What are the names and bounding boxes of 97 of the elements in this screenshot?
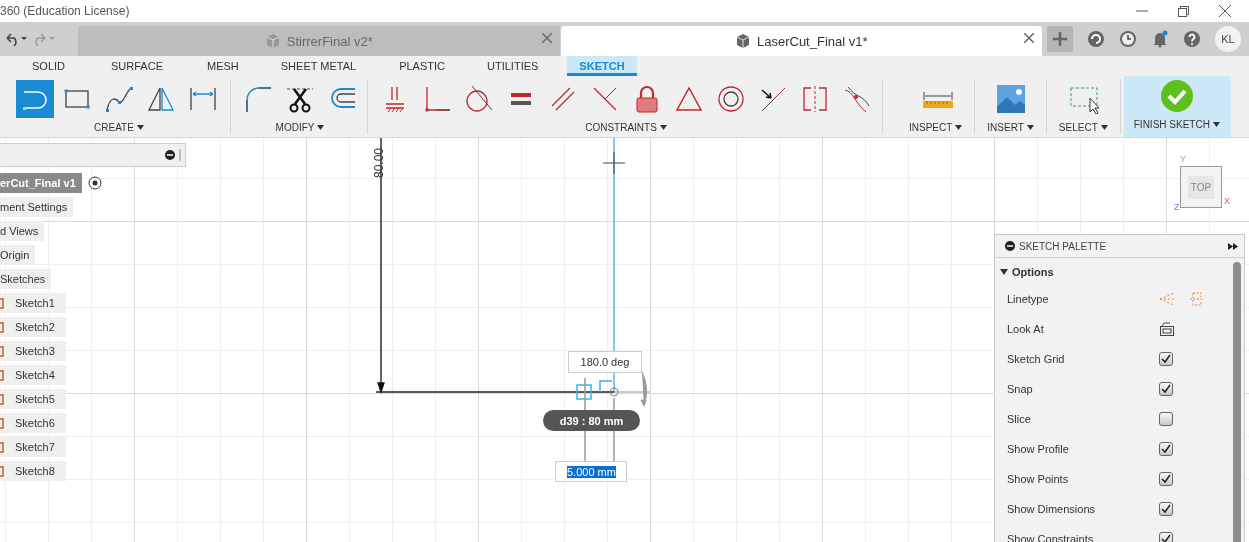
checkbox[interactable] (1159, 352, 1173, 366)
check-circle-icon (1159, 79, 1194, 113)
option-label: Show Profile (1007, 443, 1070, 455)
caret-icon (317, 125, 325, 130)
ribbon-tab[interactable]: SOLID (20, 56, 77, 76)
option-label: Sketch Grid (1007, 353, 1066, 365)
collapse-icon[interactable] (1005, 241, 1015, 251)
refresh-icon[interactable] (1087, 30, 1105, 48)
caret-icon (1212, 122, 1220, 127)
plus-icon (1053, 32, 1067, 46)
triangle-icon (674, 84, 704, 114)
option-label: Look At (1007, 323, 1045, 335)
tree-item[interactable]: Sketch2 (0, 317, 66, 337)
option-label: Show Dimensions (1007, 503, 1097, 515)
user-avatar[interactable]: KL (1215, 26, 1241, 52)
collapse-icon[interactable] (165, 150, 175, 160)
caret-icon (659, 125, 667, 130)
dimension-value: 80.00 (372, 148, 386, 178)
tree-item[interactable]: ment Settings (0, 197, 74, 217)
help-icon[interactable] (1183, 30, 1201, 48)
option-label: Linetype (1007, 293, 1050, 305)
tree-item[interactable]: d Views (0, 221, 45, 241)
double-arrow-icon[interactable] (1228, 242, 1238, 250)
sketch-icon (0, 345, 5, 357)
caret-icon (1100, 125, 1108, 130)
group-menu-label[interactable]: FINISH SKETCH (1133, 119, 1220, 130)
document-tab-title: StirrerFinal v2* (286, 33, 373, 49)
section-header[interactable]: Options (995, 258, 1230, 284)
checkbox[interactable] (1159, 382, 1173, 396)
restore-icon[interactable] (1178, 5, 1189, 17)
tree-item[interactable]: Sketch7 (0, 437, 66, 457)
tree-item[interactable]: Sketch8 (0, 461, 66, 481)
group-menu-label[interactable]: INSERT (987, 122, 1034, 133)
tree-item[interactable]: Sketch6 (0, 413, 66, 433)
caret-icon (955, 125, 963, 130)
ribbon-tab[interactable]: PLASTIC (387, 56, 457, 76)
document-tab-title: LaserCut_Final v1* (756, 33, 868, 49)
caret-icon (136, 125, 144, 130)
close-icon[interactable] (1024, 33, 1034, 43)
ribbon-tab[interactable]: UTILITIES (475, 56, 551, 76)
group-menu-label[interactable]: INSPECT (909, 122, 963, 133)
tree-item[interactable]: Origin (0, 245, 36, 265)
checkbox[interactable] (1159, 442, 1173, 456)
group-menu-label[interactable]: SELECT (1058, 122, 1108, 133)
document-tab[interactable]: LaserCut_Final v1* (560, 26, 1042, 56)
checkbox[interactable] (1159, 472, 1173, 486)
fillet-icon (243, 84, 273, 114)
window-title: 360 (Education License) (0, 4, 130, 18)
checkbox[interactable] (1159, 532, 1173, 542)
checkbox[interactable] (1159, 502, 1173, 516)
checkbox[interactable] (1159, 412, 1173, 426)
concentric-circles-icon (716, 84, 746, 114)
option-label: Slice (1007, 413, 1032, 425)
dimension-tooltip: d39 : 80 mm (543, 410, 640, 431)
length-input[interactable]: 5.000 mm (555, 461, 627, 482)
undo-icon[interactable] (4, 32, 28, 46)
curves-crossing-icon (842, 84, 872, 114)
angle-input[interactable]: 180.0 deg (568, 351, 642, 373)
ribbon-tab[interactable]: MESH (195, 56, 251, 76)
image-icon (994, 83, 1027, 115)
axis-label: X (1224, 196, 1230, 206)
sketch-icon (0, 465, 5, 477)
tree-item[interactable]: Sketch4 (0, 365, 66, 385)
ribbon-tab[interactable]: SURFACE (99, 56, 175, 76)
symmetry-brackets-icon (800, 84, 830, 114)
tree-item[interactable]: Sketch1 (0, 293, 66, 313)
sketch-icon (0, 393, 5, 405)
circle-tangent-icon (464, 84, 494, 114)
sketch-icon (0, 369, 5, 381)
scrollbar-thumb[interactable] (1233, 262, 1241, 542)
sketch-icon (0, 321, 5, 333)
sketch-icon (0, 417, 5, 429)
close-icon[interactable] (541, 33, 552, 43)
ribbon-tab[interactable]: SHEET METAL (268, 56, 369, 76)
spline-icon (104, 84, 134, 114)
caret-icon (1026, 125, 1034, 130)
cube-icon (734, 33, 751, 49)
group-menu-label[interactable]: MODIFY (275, 122, 325, 133)
clock-icon[interactable] (1119, 30, 1137, 48)
cube-icon (264, 33, 281, 49)
radio-icon[interactable] (87, 176, 102, 190)
option-label: Snap (1007, 383, 1034, 395)
axis-label: Z (1174, 202, 1180, 212)
sketch-icon (0, 297, 5, 309)
axis-label: Y (1180, 154, 1186, 164)
group-menu-label[interactable]: CONSTRAINTS (585, 122, 667, 133)
tree-item[interactable]: Sketches (0, 269, 52, 289)
bell-icon[interactable] (1151, 30, 1169, 48)
new-tab-button[interactable] (1047, 26, 1073, 52)
palette-title: SKETCH PALETTE (1019, 240, 1108, 252)
tree-item[interactable]: Sketch3 (0, 341, 66, 361)
group-menu-label[interactable]: CREATE (94, 122, 144, 133)
tree-item[interactable]: Sketch5 (0, 389, 66, 409)
look-at-icon[interactable] (1159, 321, 1175, 337)
close-icon[interactable] (1219, 5, 1231, 17)
option-label: Show Points (1007, 473, 1070, 485)
sketch-icon (0, 441, 5, 453)
